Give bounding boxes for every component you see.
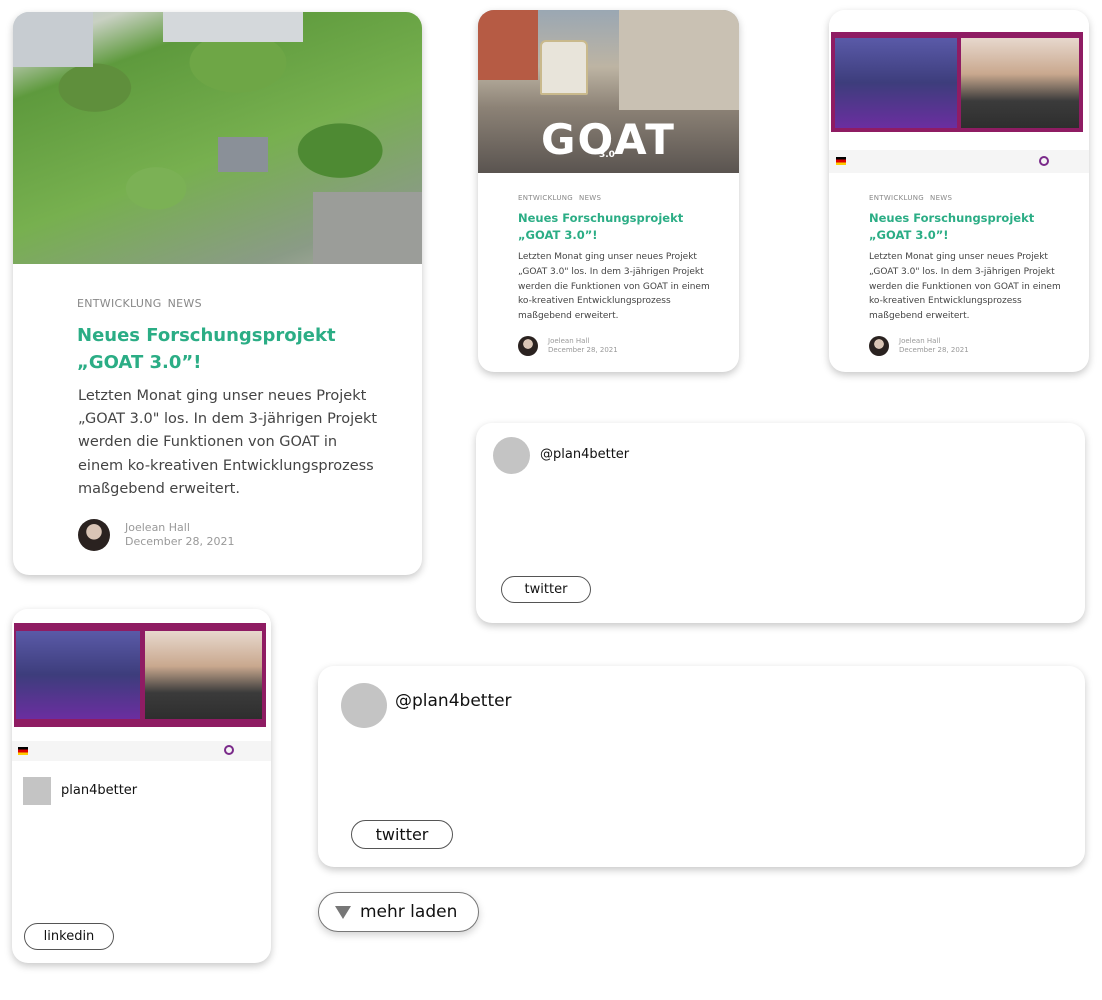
award-logo bbox=[224, 745, 234, 755]
tag-label[interactable]: NEWS bbox=[168, 297, 202, 310]
post-image-street: GOAT 3.0 bbox=[478, 10, 739, 173]
post-card-2[interactable]: GOAT 3.0 ENTWICKLUNG NEWS Neues Forschung… bbox=[478, 10, 739, 372]
award-stage bbox=[16, 631, 140, 719]
linkedin-button[interactable]: linkedin bbox=[24, 923, 114, 950]
profile-avatar bbox=[493, 437, 530, 474]
social-handle[interactable]: @plan4better bbox=[540, 447, 629, 462]
building-shape bbox=[619, 10, 739, 110]
post-title-line: Neues Forschungsprojekt bbox=[869, 211, 1035, 225]
post-date: December 28, 2021 bbox=[125, 535, 235, 548]
award-person bbox=[145, 631, 262, 719]
tram-shape bbox=[540, 40, 588, 95]
post-tags: ENTWICKLUNG NEWS bbox=[518, 194, 601, 202]
post-title-line: „GOAT 3.0”! bbox=[77, 352, 202, 373]
tag-label[interactable]: ENTWICKLUNG bbox=[869, 194, 924, 202]
award-stage bbox=[835, 38, 957, 128]
award-logo-strip bbox=[829, 150, 1089, 173]
author-avatar bbox=[869, 336, 889, 356]
post-author: Joelean Hall December 28, 2021 bbox=[869, 336, 969, 356]
post-image-award bbox=[12, 609, 271, 761]
award-person bbox=[961, 38, 1079, 128]
tag-label[interactable]: ENTWICKLUNG bbox=[518, 194, 573, 202]
post-image-park bbox=[13, 12, 422, 264]
post-title-line: „GOAT 3.0”! bbox=[869, 228, 949, 242]
load-more-button[interactable]: mehr laden bbox=[318, 892, 479, 932]
profile-avatar bbox=[341, 683, 387, 728]
post-tags: ENTWICKLUNG NEWS bbox=[869, 194, 952, 202]
post-date: December 28, 2021 bbox=[548, 346, 618, 354]
building-shape bbox=[478, 10, 538, 80]
post-tags: ENTWICKLUNG NEWS bbox=[77, 297, 202, 310]
building-shape bbox=[13, 12, 93, 67]
author-avatar bbox=[78, 519, 110, 551]
post-title[interactable]: Neues Forschungsprojekt „GOAT 3.0”! bbox=[77, 322, 336, 376]
post-title-line: Neues Forschungsprojekt bbox=[77, 325, 336, 346]
post-excerpt: Letzten Monat ging unser neues Projekt „… bbox=[518, 252, 710, 322]
post-card-1[interactable]: ENTWICKLUNG NEWS Neues Forschungsprojekt … bbox=[13, 12, 422, 575]
tag-label[interactable]: NEWS bbox=[930, 194, 952, 202]
federal-flag-logo bbox=[18, 747, 28, 755]
goat-logo-version: 3.0 bbox=[599, 150, 615, 160]
post-title-line: „GOAT 3.0”! bbox=[518, 228, 598, 242]
post-excerpt: Letzten Monat ging unser neues Projekt „… bbox=[78, 388, 378, 497]
twitter-button[interactable]: twitter bbox=[351, 820, 453, 849]
twitter-button[interactable]: twitter bbox=[501, 576, 591, 603]
post-title[interactable]: Neues Forschungsprojekt „GOAT 3.0”! bbox=[869, 210, 1034, 244]
building-shape bbox=[163, 12, 303, 42]
author-name: Joelean Hall bbox=[548, 337, 590, 345]
tag-label[interactable]: ENTWICKLUNG bbox=[77, 297, 162, 310]
award-logo bbox=[1039, 156, 1049, 166]
post-excerpt: Letzten Monat ging unser neues Projekt „… bbox=[869, 252, 1061, 322]
social-card-twitter-1[interactable]: @plan4better twitter bbox=[476, 423, 1085, 623]
post-author: Joelean Hall December 28, 2021 bbox=[518, 336, 618, 356]
post-title-line: Neues Forschungsprojekt bbox=[518, 211, 684, 225]
social-card-twitter-2[interactable]: @plan4better twitter bbox=[318, 666, 1085, 867]
social-handle[interactable]: @plan4better bbox=[395, 691, 512, 711]
post-card-3[interactable]: ENTWICKLUNG NEWS Neues Forschungsprojekt … bbox=[829, 10, 1089, 372]
profile-avatar-square bbox=[23, 777, 51, 805]
post-author: Joelean Hall December 28, 2021 bbox=[78, 519, 235, 551]
post-date: December 28, 2021 bbox=[899, 346, 969, 354]
author-name: Joelean Hall bbox=[125, 521, 190, 534]
load-more-label: mehr laden bbox=[360, 902, 458, 922]
social-handle[interactable]: plan4better bbox=[61, 783, 137, 798]
author-avatar bbox=[518, 336, 538, 356]
post-title[interactable]: Neues Forschungsprojekt „GOAT 3.0”! bbox=[518, 210, 683, 244]
building-shape bbox=[218, 137, 268, 172]
post-image-award bbox=[829, 10, 1089, 173]
federal-flag-logo bbox=[836, 157, 846, 165]
author-name: Joelean Hall bbox=[899, 337, 941, 345]
tag-label[interactable]: NEWS bbox=[579, 194, 601, 202]
social-card-linkedin[interactable]: plan4better linkedin bbox=[12, 609, 271, 963]
building-shape bbox=[313, 192, 422, 264]
award-logo-strip bbox=[12, 741, 271, 761]
triangle-down-icon bbox=[335, 905, 351, 919]
